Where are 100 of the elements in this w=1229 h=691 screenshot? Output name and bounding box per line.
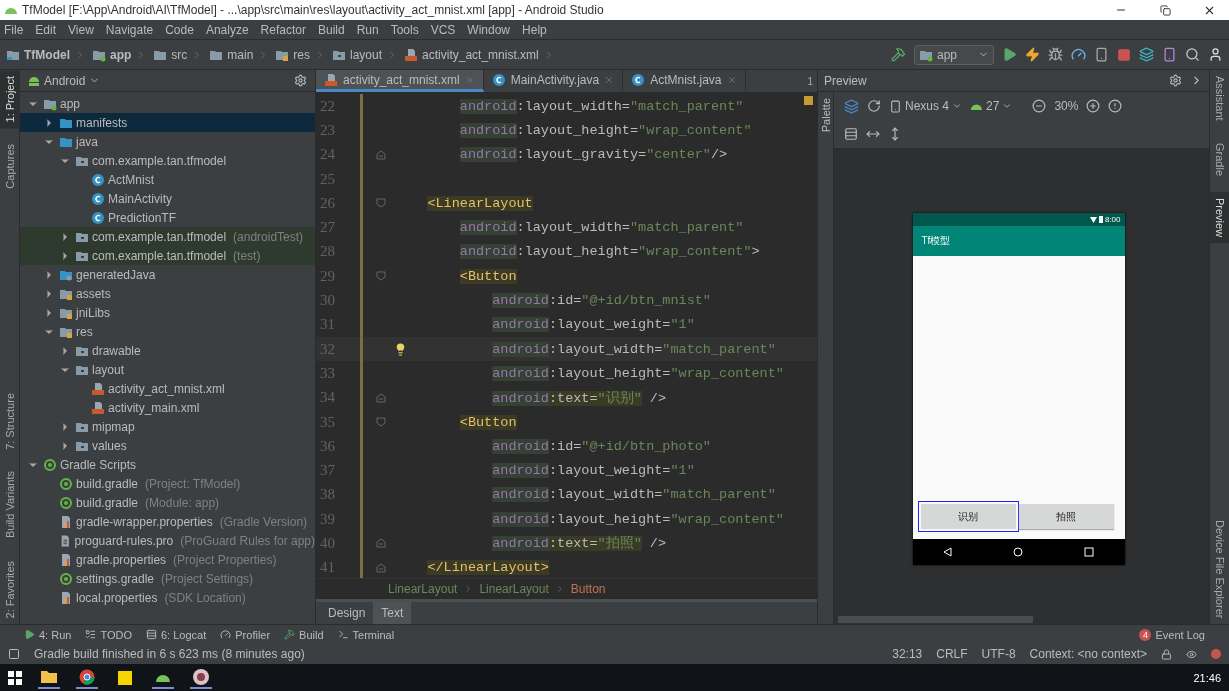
phone-icon[interactable] [1162,47,1177,62]
app-icon[interactable] [190,666,212,689]
play-icon[interactable] [1002,47,1017,62]
tree-item[interactable]: build.gradle (Project: TfModel) [20,474,315,493]
tree-item[interactable]: res [20,322,315,341]
tool-window-tab[interactable]: Preview [1210,191,1229,243]
breadcrumb-item[interactable]: main [209,47,258,62]
stop-icon[interactable] [1117,47,1131,62]
zoom-in-icon[interactable] [1086,99,1101,113]
context-indicator[interactable]: Context: <no context> [1029,647,1147,661]
tree-item[interactable]: proguard-rules.pro (ProGuard Rules for app) [20,531,315,550]
tree-item[interactable]: gradle-wrapper.properties (Gradle Version) [20,512,315,531]
layers-icon[interactable] [1139,47,1154,62]
caret-position[interactable]: 32:13 [892,647,923,661]
tree-item[interactable]: values [20,436,315,455]
event-log-button[interactable]: 4 Event Log [1139,628,1205,641]
layers-icon[interactable] [844,98,859,114]
device-dropdown[interactable]: Nexus 4 [889,99,963,113]
menu-item[interactable]: Edit [35,22,57,37]
settings-icon[interactable] [1169,74,1182,87]
menu-item[interactable]: File [4,22,24,37]
tab-overflow-count[interactable]: 1 [803,70,817,92]
tool-window-tab[interactable]: Captures [0,138,20,196]
tree-item[interactable]: drawable [20,341,315,360]
rotate-icon[interactable] [867,99,881,113]
settings-icon[interactable] [294,74,307,87]
hammer-icon[interactable] [891,47,906,62]
tool-window-button[interactable]: 4: Run [24,628,72,641]
breadcrumb-item[interactable]: Button [570,582,606,596]
tree-item[interactable]: PredictionTF [20,208,315,227]
layout-icon[interactable] [844,127,858,141]
tree-item[interactable]: activity_main.xml [20,398,315,417]
menu-item[interactable]: Run [356,22,379,37]
menu-item[interactable]: Help [522,22,547,37]
tree-item[interactable]: jniLibs [20,303,315,322]
menu-item[interactable]: Code [165,22,194,37]
tree-item[interactable]: ActMnist [20,170,315,189]
panel-toggle-icon[interactable] [8,648,20,660]
bug-icon[interactable] [1048,47,1063,62]
breadcrumb-item[interactable]: layout [332,47,387,62]
search-icon[interactable] [1185,47,1200,62]
tool-window-button[interactable]: Profiler [220,628,271,641]
palette-tab[interactable]: Palette [819,92,832,139]
tool-window-tab[interactable]: Device File Explorer [1210,513,1229,624]
tree-item[interactable]: java [20,132,315,151]
menu-item[interactable]: Tools [390,22,419,37]
breadcrumb-item[interactable]: src [153,47,192,62]
tree-item[interactable]: local.properties (SDK Location) [20,588,315,607]
line-separator[interactable]: CRLF [936,647,968,661]
tree-item[interactable]: build.gradle (Module: app) [20,493,315,512]
lock-icon[interactable] [1161,648,1172,660]
run-configuration-dropdown[interactable]: app [914,44,994,65]
error-icon[interactable] [1211,649,1221,659]
tool-window-tab[interactable]: Build Variants [0,465,20,545]
tree-item[interactable]: layout [20,360,315,379]
tree-item[interactable]: mipmap [20,417,315,436]
tree-item[interactable]: MainActivity [20,189,315,208]
tree-item[interactable]: Gradle Scripts [20,455,315,474]
menu-item[interactable]: Window [467,22,511,37]
breadcrumb-item[interactable]: app [92,47,136,62]
tree-item[interactable]: app [20,94,315,113]
tool-window-tab[interactable]: 2: Favorites [0,554,20,624]
back-icon[interactable] [942,547,953,557]
warning-icon[interactable] [1108,99,1123,113]
breadcrumb-item[interactable]: activity_act_mnist.xml [404,47,543,62]
tree-item[interactable]: manifests [20,113,315,132]
editor-tab[interactable]: activity_act_mnist.xml [316,70,484,92]
editor-mode-tab[interactable]: Text [373,602,412,624]
breadcrumb-item[interactable]: LinearLayout [388,582,458,596]
breadcrumb-item[interactable]: LinearLayout [479,582,549,596]
tool-window-button[interactable]: TODO [85,628,132,641]
breadcrumb-item[interactable]: res [275,47,315,62]
phone-button[interactable]: 识别 [920,504,1016,529]
menu-item[interactable]: Navigate [105,22,154,37]
tree-item[interactable]: com.example.tan.tfmodel (test) [20,246,315,265]
home-icon[interactable] [1013,547,1024,557]
tree-item[interactable]: com.example.tan.tfmodel [20,151,315,170]
tool-window-tab[interactable]: Assistant [1210,70,1229,127]
gauge-icon[interactable] [1071,47,1086,62]
tree-item[interactable]: activity_act_mnist.xml [20,379,315,398]
tool-window-tab[interactable]: 7: Structure [0,386,20,456]
phone-button[interactable]: 拍照 [1018,504,1114,529]
project-view-dropdown[interactable]: Android [28,73,288,88]
tool-window-button[interactable]: 6: Logcat [146,628,207,641]
windows-start-icon[interactable] [8,670,22,685]
tree-item[interactable]: assets [20,284,315,303]
tree-item[interactable]: gradle.properties (Project Properties) [20,550,315,569]
tool-window-tab[interactable]: Gradle [1210,136,1229,182]
tool-window-button[interactable]: Build [284,628,324,641]
file-encoding[interactable]: UTF-8 [981,647,1016,661]
menu-item[interactable]: Refactor [260,22,306,37]
recents-icon[interactable] [1084,547,1095,557]
lightbulb-icon[interactable] [394,342,407,356]
avatar-icon[interactable] [1208,47,1223,62]
phone-icon[interactable] [1094,47,1109,62]
zoom-out-icon[interactable] [1032,99,1047,113]
lightning-icon[interactable] [1025,47,1040,62]
tree-item[interactable]: com.example.tan.tfmodel (androidTest) [20,227,315,246]
menu-item[interactable]: VCS [430,22,456,37]
menu-item[interactable]: Analyze [205,22,249,37]
